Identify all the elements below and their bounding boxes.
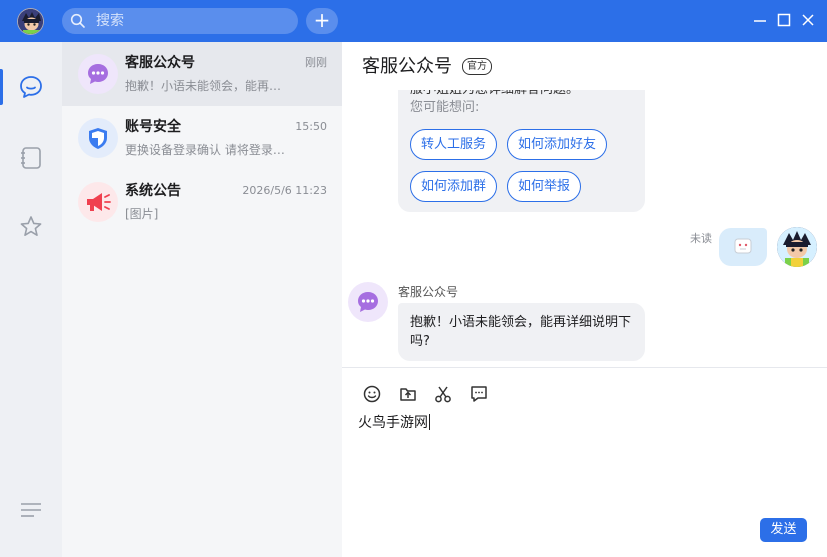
quick-reply-icon[interactable] — [469, 384, 489, 404]
search-bar[interactable]: 搜索 — [62, 8, 298, 34]
search-input[interactable]: 搜索 — [96, 12, 124, 30]
conversation-name: 系统公告 — [125, 183, 181, 199]
nav-rail — [0, 42, 62, 557]
sender-name: 客服公众号 — [398, 285, 459, 299]
quick-reply-button[interactable]: 如何举报 — [507, 171, 582, 202]
bot-avatar[interactable] — [348, 282, 388, 322]
customer-service-avatar — [78, 54, 118, 94]
chat-icon[interactable] — [18, 74, 44, 100]
conversation-time: 15:50 — [295, 120, 327, 133]
bot-message-bubble: 抱歉！小语未能领会，能再详细说明下吗? — [398, 303, 645, 361]
suggestion-hint: 您可能想问: — [410, 100, 480, 115]
message-text: 抱歉！小语未能领会，能再详细说明下吗? — [410, 315, 632, 349]
divider — [342, 367, 827, 368]
upload-file-icon[interactable] — [398, 384, 418, 404]
conversation-item[interactable]: 客服公众号 刚刚 抱歉！小语未能领会，能再… — [62, 42, 342, 106]
add-button[interactable]: + — [306, 8, 338, 34]
minimize-icon[interactable] — [752, 12, 768, 28]
emoji-icon[interactable] — [362, 384, 382, 404]
chat-title: 客服公众号 — [362, 56, 452, 77]
conversation-name: 客服公众号 — [125, 55, 195, 71]
title-bar: 搜索 + — [0, 0, 827, 42]
plus-icon: + — [313, 8, 331, 32]
input-value: 火鸟手游网 — [358, 415, 428, 431]
conversation-preview: 抱歉！小语未能领会，能再… — [125, 79, 282, 93]
conversation-item[interactable]: 系统公告 2026/5/6 11:23 [图片] — [62, 170, 342, 234]
user-avatar[interactable] — [17, 8, 44, 35]
send-button[interactable]: 发送 — [760, 518, 807, 542]
shield-avatar — [78, 118, 118, 158]
active-indicator — [0, 69, 3, 105]
search-icon — [70, 13, 85, 28]
input-toolbar — [342, 384, 827, 406]
message-area[interactable]: 服小姐姐为您详细解答问题。 您可能想问: 转人工服务 如何添加好友 如何添加群 … — [342, 90, 827, 368]
message-input[interactable]: 火鸟手游网 — [358, 414, 430, 432]
conversation-item[interactable]: 账号安全 15:50 更换设备登录确认 请将登录… — [62, 106, 342, 170]
quick-reply-button[interactable]: 如何添加群 — [410, 171, 498, 202]
scissors-icon[interactable] — [433, 384, 453, 404]
official-badge: 官方 — [462, 58, 492, 75]
text-cursor — [429, 414, 430, 430]
star-icon[interactable] — [18, 214, 44, 240]
conversation-time: 2026/5/6 11:23 — [242, 184, 327, 197]
contacts-book-icon[interactable] — [18, 145, 44, 171]
quick-reply-button[interactable]: 如何添加好友 — [507, 129, 608, 160]
conversation-preview: 更换设备登录确认 请将登录… — [125, 143, 285, 157]
chat-header: 客服公众号 官方 — [342, 42, 827, 90]
conversation-preview: [图片] — [125, 207, 159, 221]
close-icon[interactable] — [800, 12, 816, 28]
bot-message-bubble: 服小姐姐为您详细解答问题。 您可能想问: 转人工服务 如何添加好友 如何添加群 … — [398, 90, 645, 212]
conversation-name: 账号安全 — [125, 119, 181, 135]
chat-panel: 客服公众号 官方 服小姐姐为您详细解答问题。 您可能想问: 转人工服务 如何添加… — [342, 42, 827, 557]
menu-icon[interactable] — [18, 498, 44, 524]
unread-label: 未读 — [690, 232, 712, 245]
my-avatar[interactable] — [777, 227, 817, 267]
maximize-icon[interactable] — [776, 12, 792, 28]
quick-reply-button[interactable]: 转人工服务 — [410, 129, 498, 160]
conversation-list: 客服公众号 刚刚 抱歉！小语未能领会，能再… 账号安全 15:50 更换设备登录… — [62, 42, 342, 557]
megaphone-avatar — [78, 182, 118, 222]
conversation-time: 刚刚 — [305, 56, 327, 69]
message-text: 服小姐姐为您详细解答问题。 — [410, 90, 579, 98]
sticker-message[interactable] — [719, 228, 767, 266]
